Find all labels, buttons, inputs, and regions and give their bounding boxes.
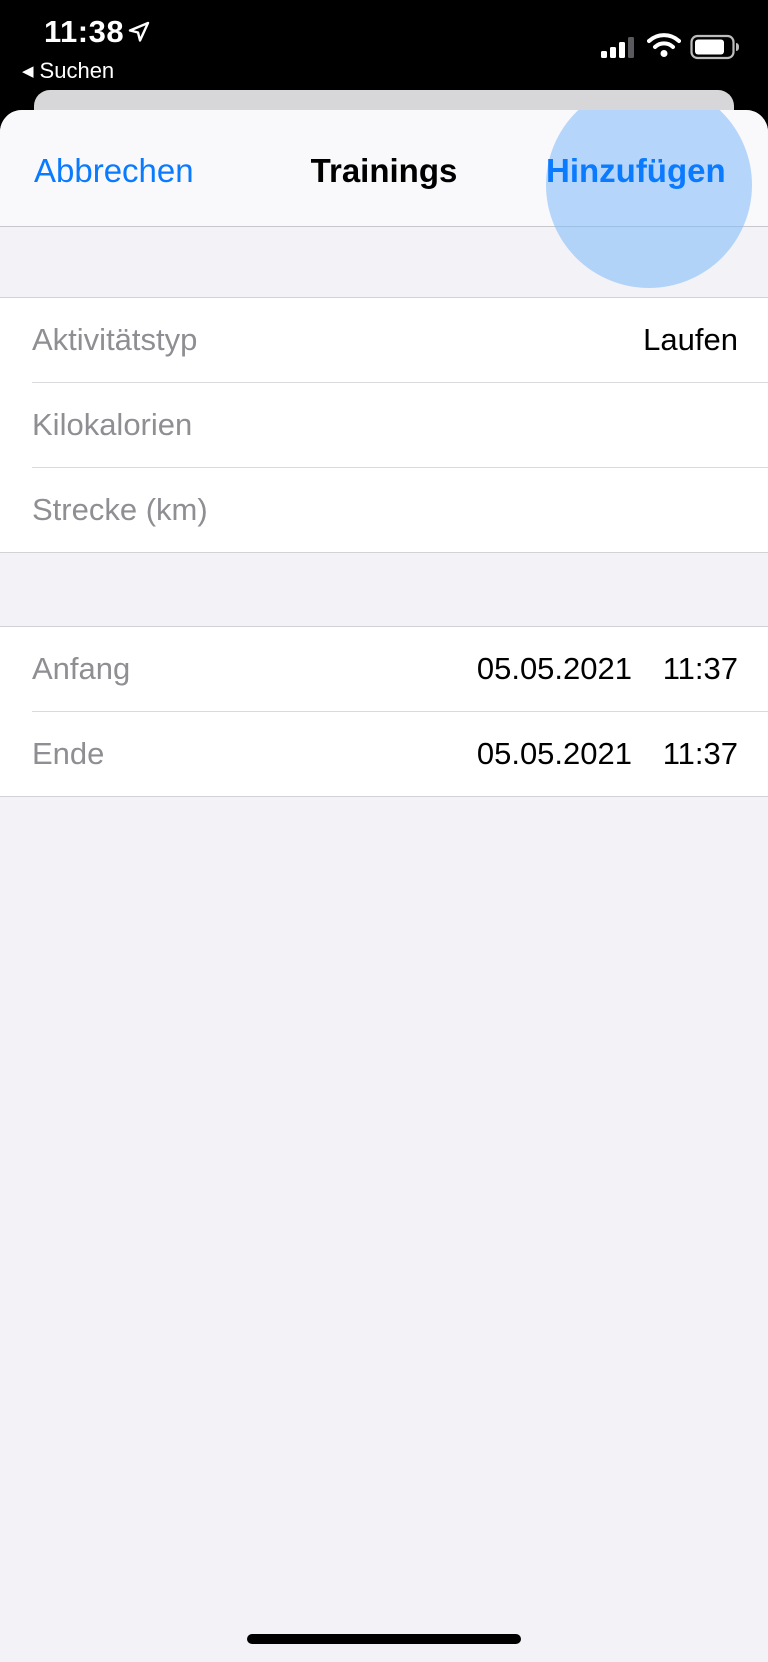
time-range-group: Anfang 05.05.2021 11:37 Ende 05.05.2021 … <box>0 626 768 797</box>
navigation-bar: Abbrechen Trainings Hinzufügen <box>0 110 768 288</box>
home-indicator <box>247 1634 521 1644</box>
wifi-icon <box>647 33 681 57</box>
start-date[interactable]: 05.05.2021 <box>477 651 632 687</box>
status-time: 11:38 <box>44 14 125 49</box>
back-app-label: Suchen <box>39 58 115 83</box>
cellular-signal-icon <box>601 37 634 58</box>
add-button[interactable]: Hinzufügen <box>546 152 726 190</box>
end-date[interactable]: 05.05.2021 <box>477 736 632 772</box>
location-arrow-icon <box>128 21 150 42</box>
kilocalories-input[interactable] <box>32 383 768 467</box>
activity-type-row[interactable]: Aktivitätstyp Laufen <box>32 298 768 383</box>
start-label: Anfang <box>32 651 131 686</box>
end-row[interactable]: Ende 05.05.2021 11:37 <box>32 712 768 796</box>
back-to-app-link[interactable]: ◀ Suchen <box>22 58 114 84</box>
touch-highlight <box>546 110 752 288</box>
add-workout-sheet: Abbrechen Trainings Hinzufügen Aktivität… <box>0 110 768 1662</box>
battery-icon <box>690 34 739 60</box>
start-time[interactable]: 11:37 <box>663 651 738 687</box>
activity-type-value: Laufen <box>643 322 738 357</box>
back-triangle-icon: ◀ <box>22 63 34 80</box>
end-time[interactable]: 11:37 <box>663 736 738 772</box>
end-label: Ende <box>32 736 105 771</box>
workout-details-group: Aktivitätstyp Laufen Kilokalorien Streck… <box>0 297 768 553</box>
distance-row[interactable]: Strecke (km) <box>32 468 768 552</box>
status-bar: 11:38 ◀ Suchen <box>0 0 768 90</box>
start-row[interactable]: Anfang 05.05.2021 11:37 <box>32 627 768 712</box>
activity-type-label: Aktivitätstyp <box>32 322 198 357</box>
kilocalories-row[interactable]: Kilokalorien <box>32 383 768 468</box>
distance-input[interactable] <box>32 468 768 552</box>
